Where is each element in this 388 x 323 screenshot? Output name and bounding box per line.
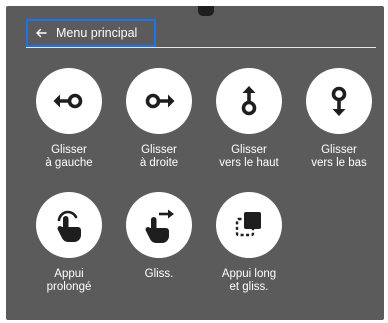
swipe-left-icon xyxy=(53,93,83,109)
swipe-left-button[interactable]: Glisser à gauche xyxy=(24,68,114,192)
long-press-button[interactable]: Appui prolongé xyxy=(24,192,114,316)
swipe-down-button[interactable]: Glisser vers le bas xyxy=(294,68,384,192)
long-press-circle xyxy=(36,192,102,258)
camera-notch xyxy=(198,6,214,16)
arrow-left-icon xyxy=(36,28,47,38)
long-press-icon xyxy=(57,210,81,242)
swipe-up-button[interactable]: Glisser vers le haut xyxy=(204,68,294,192)
back-to-main-menu-button[interactable]: Menu principal xyxy=(26,19,156,47)
header-divider xyxy=(26,47,376,48)
long-press-drag-label: Appui long et gliss. xyxy=(221,268,277,293)
swipe-left-label: Glisser à gauche xyxy=(45,144,93,169)
swipe-right-icon xyxy=(145,93,175,109)
swipe-right-circle xyxy=(126,68,192,134)
drag-button[interactable]: Gliss. xyxy=(114,192,204,316)
long-press-label: Appui prolongé xyxy=(46,268,92,293)
long-press-drag-icon xyxy=(235,212,261,237)
swipe-left-circle xyxy=(36,68,102,134)
swipe-up-icon xyxy=(241,86,257,116)
drag-icon xyxy=(145,209,174,243)
swipe-right-label: Glisser à droite xyxy=(139,144,179,169)
long-press-drag-circle xyxy=(216,192,282,258)
swipe-down-icon xyxy=(331,86,347,116)
swipe-down-circle xyxy=(306,68,372,134)
swipe-up-label: Glisser vers le haut xyxy=(219,144,279,169)
drag-circle xyxy=(126,192,192,258)
switch-access-menu: Menu principal Glisser à gauche Glisser … xyxy=(6,6,384,320)
long-press-drag-button[interactable]: Appui long et gliss. xyxy=(204,192,294,316)
gesture-actions-grid: Glisser à gauche Glisser à droite Glisse… xyxy=(24,68,384,316)
swipe-down-label: Glisser vers le bas xyxy=(311,144,367,169)
menu-title: Menu principal xyxy=(56,26,138,40)
drag-label: Gliss. xyxy=(144,268,174,280)
swipe-right-button[interactable]: Glisser à droite xyxy=(114,68,204,192)
swipe-up-circle xyxy=(216,68,282,134)
